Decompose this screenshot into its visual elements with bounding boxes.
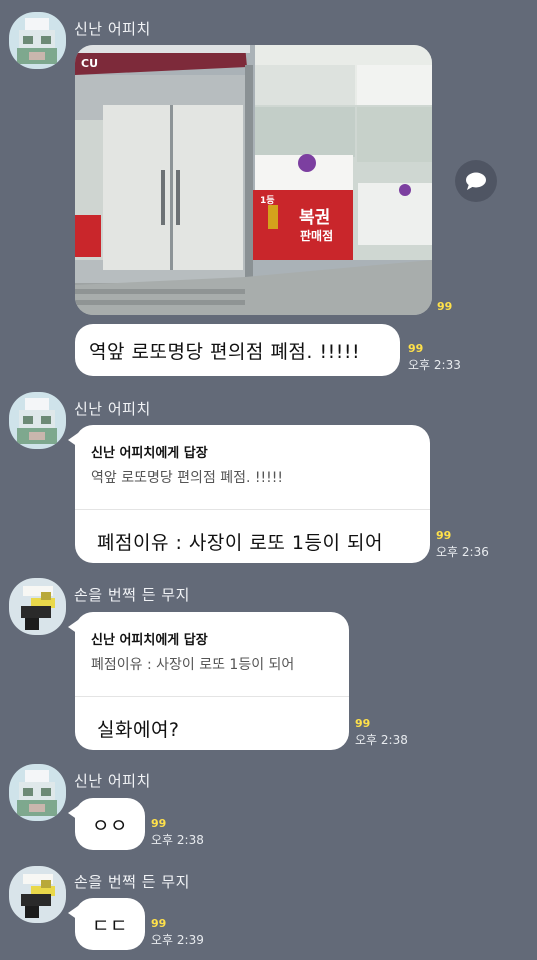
message-meta: 99 오후 2:38 [355,716,408,748]
reply-message-bubble[interactable]: 신난 어피치에게 답장 역앞 로또명당 편의점 폐점. !!!!! 폐점이유 :… [68,425,430,563]
photo-unread-count: 99 [437,300,453,313]
sender-name: 신난 어피치 [74,20,151,38]
unread-count: 99 [408,342,424,355]
message-text: ㄷㄷ [92,915,128,937]
timestamp: 오후 2:38 [151,833,204,847]
message-meta: 99 오후 2:39 [151,916,204,948]
store-sign-label: CU [81,57,99,70]
shared-photo[interactable]: CU 1등 복권 판매점 [75,45,432,315]
reply-target: 신난 어피치에게 답장 [91,446,208,461]
apeach-avatar[interactable] [9,764,66,821]
message-meta: 99 오후 2:36 [436,528,489,560]
reply-quote[interactable]: 역앞 로또명당 편의점 폐점. !!!!! [91,467,414,487]
lottery-sign-main: 복권 [299,208,331,228]
timestamp: 오후 2:39 [151,933,204,947]
timestamp: 오후 2:38 [355,733,408,747]
sender-name: 손을 번쩍 든 무지 [74,586,190,604]
reply-message-bubble[interactable]: 신난 어피치에게 답장 폐점이유 : 사장이 로또 1등이 되어 실화에여? [68,612,349,750]
muzi-avatar[interactable] [9,866,66,923]
reply-target: 신난 어피치에게 답장 [91,633,208,648]
sender-name: 신난 어피치 [74,772,151,790]
message-bubble[interactable]: ㄷㄷ [68,898,145,950]
message-text: 실화에여? [97,719,180,741]
apeach-avatar[interactable] [9,12,66,69]
unread-count: 99 [355,717,371,730]
share-speech-icon [466,172,486,190]
timestamp: 오후 2:36 [436,545,489,559]
lottery-sign-sub: 판매점 [300,229,334,243]
timestamp: 오후 2:33 [408,358,461,372]
unread-count: 99 [436,529,452,542]
closed-store-photo [75,45,432,315]
unread-count: 99 [151,917,167,930]
message-bubble[interactable]: ㅇㅇ [68,798,145,850]
message-bubble[interactable]: 역앞 로또명당 편의점 폐점. !!!!! [75,324,400,376]
message-meta: 99 오후 2:33 [408,341,461,373]
message-text: 폐점이유 : 사장이 로또 1등이 되어 [97,532,383,554]
message-meta: 99 오후 2:38 [151,816,204,848]
first-prize-label: 1등 [260,196,275,206]
message-text: ㅇㅇ [92,815,128,837]
muzi-avatar[interactable] [9,578,66,635]
sender-name: 신난 어피치 [74,400,151,418]
message-text: 역앞 로또명당 편의점 폐점. !!!!! [89,341,361,363]
apeach-avatar[interactable] [9,392,66,449]
reply-quote[interactable]: 폐점이유 : 사장이 로또 1등이 되어 [91,654,333,674]
sender-name: 손을 번쩍 든 무지 [74,873,190,891]
unread-count: 99 [151,817,167,830]
share-button[interactable] [455,160,497,202]
